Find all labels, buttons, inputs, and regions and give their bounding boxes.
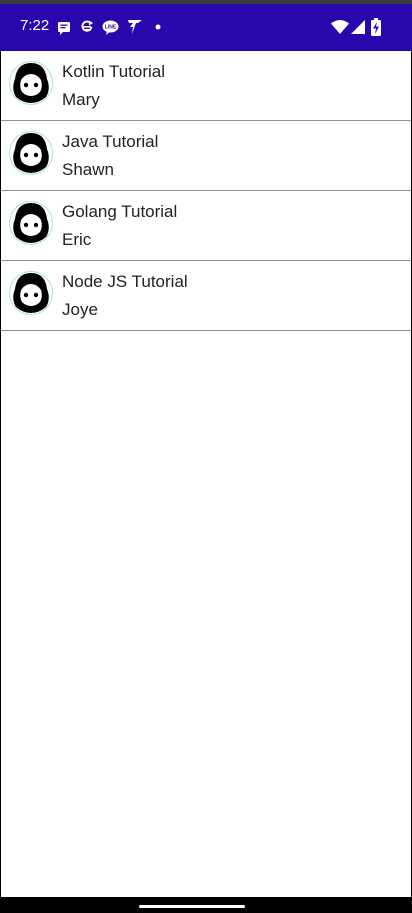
avatar-icon	[9, 131, 53, 175]
battery-charging-icon	[371, 18, 381, 36]
sync-notification-icon	[81, 20, 93, 32]
avatar-icon	[9, 201, 53, 245]
status-bar: 7:22 LINE	[0, 4, 412, 51]
line-app-icon: LINE	[102, 20, 119, 35]
list-item-subtitle: Mary	[62, 90, 100, 109]
list-item-subtitle: Eric	[62, 230, 92, 249]
list-item-subtitle: Shawn	[62, 160, 114, 179]
content-area: Kotlin Tutorial Mary Java Tutorial Shawn	[1, 51, 411, 897]
bolt-notification-icon	[128, 20, 142, 34]
more-notifications-dot-icon	[155, 24, 161, 30]
list-item-subtitle: Joye	[62, 300, 98, 319]
home-gesture-handle[interactable]	[139, 905, 245, 908]
svg-text:LINE: LINE	[105, 25, 117, 31]
avatar-icon	[9, 61, 53, 105]
message-notification-icon	[58, 22, 70, 35]
navigation-bar	[0, 897, 412, 913]
list-item[interactable]: Node JS Tutorial Joye	[1, 261, 411, 331]
list-item-title: Kotlin Tutorial	[62, 62, 165, 81]
avatar-icon	[9, 271, 53, 315]
list-item-title: Golang Tutorial	[62, 202, 178, 221]
status-time: 7:22	[20, 17, 50, 34]
tutorial-list: Kotlin Tutorial Mary Java Tutorial Shawn	[1, 51, 411, 331]
list-item[interactable]: Java Tutorial Shawn	[1, 121, 411, 191]
list-item[interactable]: Kotlin Tutorial Mary	[1, 51, 411, 121]
list-item[interactable]: Golang Tutorial Eric	[1, 191, 411, 261]
list-item-title: Java Tutorial	[62, 132, 159, 151]
wifi-icon	[331, 20, 349, 34]
list-item-title: Node JS Tutorial	[62, 272, 188, 291]
cellular-signal-icon	[351, 20, 365, 34]
